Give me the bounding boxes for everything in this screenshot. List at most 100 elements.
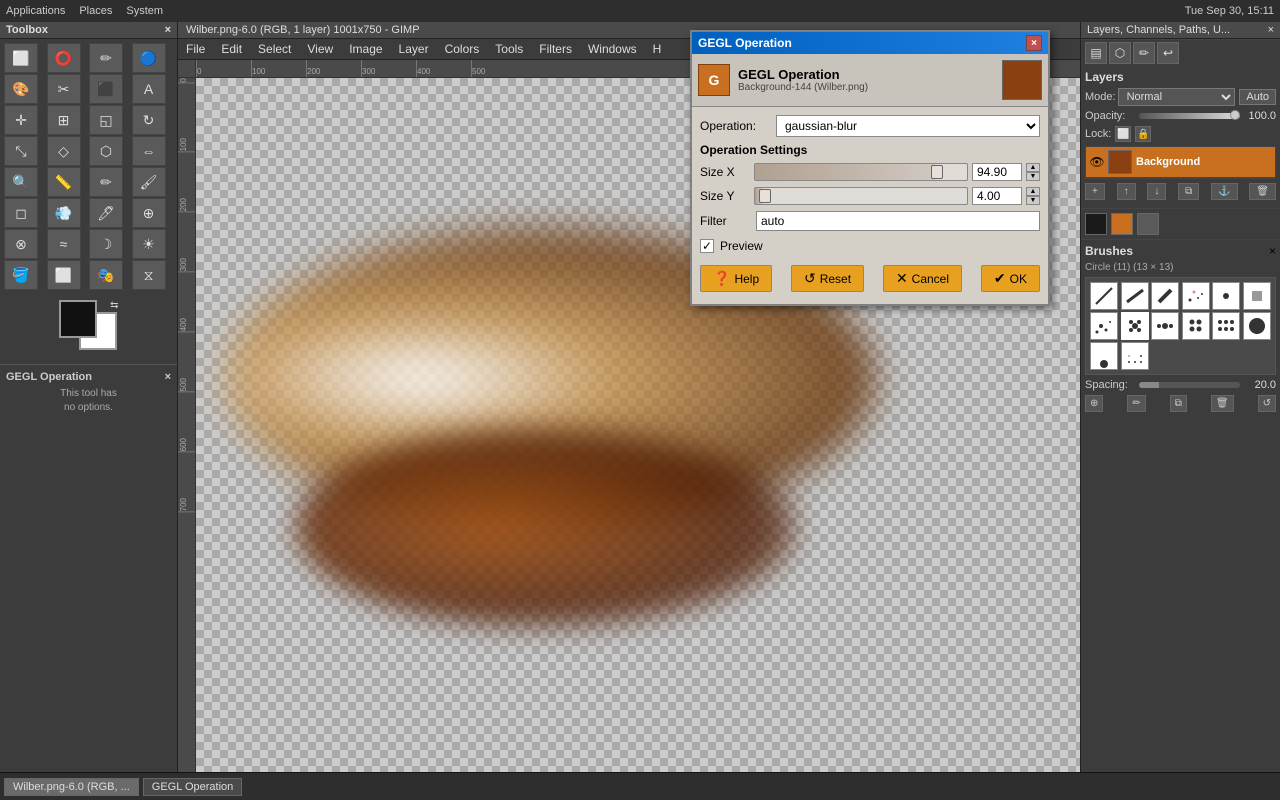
operation-dropdown[interactable]: gaussian-blur [776,115,1040,137]
tool-bucket-fill[interactable]: 🪣 [4,260,38,290]
preview-checkbox[interactable]: ✓ [700,239,714,253]
places-menu[interactable]: Places [79,5,112,17]
brushes-close-icon[interactable]: × [1269,244,1276,258]
delete-brush-btn[interactable]: 🗑 [1211,395,1234,412]
lower-layer-btn[interactable]: ↓ [1147,183,1166,200]
fg-color-btn[interactable] [1085,213,1107,235]
tool-pencil[interactable]: ✏ [89,167,123,197]
tool-dodge[interactable]: ☽ [89,229,123,259]
brush-cell-9[interactable] [1151,312,1179,340]
menu-windows[interactable]: Windows [580,39,645,59]
tab-undo-icon[interactable]: ↩ [1157,42,1179,64]
tool-perspective[interactable]: ⬡ [89,136,123,166]
duplicate-brush-btn[interactable]: ⧉ [1170,395,1187,412]
menu-layer[interactable]: Layer [391,39,437,59]
brush-cell-11[interactable] [1212,312,1240,340]
apps-menu[interactable]: Applications [6,5,65,17]
tool-by-color[interactable]: 🎨 [4,74,38,104]
swap-colors-icon[interactable]: ⇆ [110,300,118,311]
brush-cell-3[interactable] [1151,282,1179,310]
gegl-dialog-close-btn[interactable]: × [1026,35,1042,51]
duplicate-layer-btn[interactable]: ⧉ [1178,183,1199,200]
tool-text[interactable]: A [132,74,166,104]
menu-help[interactable]: H [645,39,670,59]
tool-heal[interactable]: ⊕ [132,198,166,228]
tool-smudge[interactable]: ≈ [47,229,81,259]
system-menu[interactable]: System [126,5,163,17]
brush-cell-12[interactable] [1243,312,1271,340]
size-y-slider[interactable] [754,187,968,205]
lock-alpha-icon[interactable]: 🔒 [1135,126,1151,142]
opacity-slider[interactable] [1139,113,1240,119]
tool-shear[interactable]: ◇ [47,136,81,166]
spacing-slider[interactable] [1139,382,1240,388]
brush-cell-1[interactable] [1090,282,1118,310]
menu-tools[interactable]: Tools [487,39,531,59]
tool-rect-select[interactable]: ⬜ [4,43,38,73]
size-y-up-arrow[interactable]: ▲ [1026,187,1040,196]
cancel-button[interactable]: ✕ Cancel [883,265,962,292]
tool-foreground[interactable]: ⬛ [89,74,123,104]
tool-ink[interactable]: 🖊 [89,198,123,228]
menu-colors[interactable]: Colors [437,39,488,59]
menu-view[interactable]: View [299,39,341,59]
brush-cell-4[interactable] [1182,282,1210,310]
anchor-layer-btn[interactable]: ⚓ [1211,183,1237,200]
tool-scissors[interactable]: ✂ [47,74,81,104]
bg-color-btn[interactable] [1137,213,1159,235]
tool-flip[interactable]: ⇔ [132,136,166,166]
tab-paths-icon[interactable]: ✏ [1133,42,1155,64]
brush-cell-2[interactable] [1121,282,1149,310]
tool-move[interactable]: ✛ [4,105,38,135]
tool-eraser[interactable]: ◻ [4,198,38,228]
mid-color-btn[interactable] [1111,213,1133,235]
filter-input[interactable] [756,211,1040,231]
lock-px-icon[interactable]: ⬜ [1115,126,1131,142]
tool-magnify[interactable]: 🔍 [4,167,38,197]
new-layer-btn[interactable]: + [1085,183,1105,200]
layer-item-background[interactable]: 👁 Background [1086,147,1275,178]
menu-filters[interactable]: Filters [531,39,580,59]
menu-image[interactable]: Image [341,39,390,59]
tool-blend[interactable]: ⬜ [47,260,81,290]
refresh-brush-btn[interactable]: ↺ [1258,395,1276,412]
brush-cell-5[interactable] [1212,282,1240,310]
tab-layers-icon[interactable]: ▤ [1085,42,1107,64]
tool-fuzzy-select[interactable]: 🔵 [132,43,166,73]
brush-cell-6[interactable] [1243,282,1271,310]
size-y-down-arrow[interactable]: ▼ [1026,196,1040,205]
taskbar-item-1[interactable]: Wilber.png-6.0 (RGB, ... [4,778,139,796]
tool-coloring1[interactable]: 🎭 [89,260,123,290]
size-x-up-arrow[interactable]: ▲ [1026,163,1040,172]
right-panel-close[interactable]: × [1268,24,1274,36]
size-x-slider[interactable] [754,163,968,181]
tool-scale[interactable]: ⤡ [4,136,38,166]
ok-button[interactable]: ✔ OK [981,265,1040,292]
size-y-thumb[interactable] [759,189,771,203]
auto-button[interactable]: Auto [1239,89,1276,105]
menu-file[interactable]: File [178,39,213,59]
fg-color-swatch[interactable] [59,300,97,338]
size-x-down-arrow[interactable]: ▼ [1026,172,1040,181]
toolbox-close[interactable]: × [165,24,171,36]
brush-cell-7[interactable] [1090,312,1118,340]
tool-paintbrush[interactable]: 🖌 [132,167,166,197]
tool-measure[interactable]: 📏 [47,167,81,197]
help-button[interactable]: ❓ Help [700,265,772,292]
edit-brush-btn[interactable]: ✏ [1127,395,1145,412]
reset-button[interactable]: ↺ Reset [791,265,864,292]
brush-cell-13[interactable] [1090,342,1118,370]
size-x-thumb[interactable] [931,165,943,179]
brush-cell-8[interactable] [1121,312,1149,340]
delete-layer-btn[interactable]: 🗑 [1249,183,1276,200]
tool-clone[interactable]: ⊗ [4,229,38,259]
gegl-op-panel-close[interactable]: × [165,371,171,383]
tool-burn[interactable]: ☀ [132,229,166,259]
tool-ellipse-select[interactable]: ⭕ [47,43,81,73]
menu-select[interactable]: Select [250,39,299,59]
tool-airbrush[interactable]: 💨 [47,198,81,228]
brush-cell-14[interactable] [1121,342,1149,370]
tool-coloring2[interactable]: ⧖ [132,260,166,290]
layer-visibility-icon[interactable]: 👁 [1090,155,1104,169]
brush-cell-10[interactable] [1182,312,1210,340]
